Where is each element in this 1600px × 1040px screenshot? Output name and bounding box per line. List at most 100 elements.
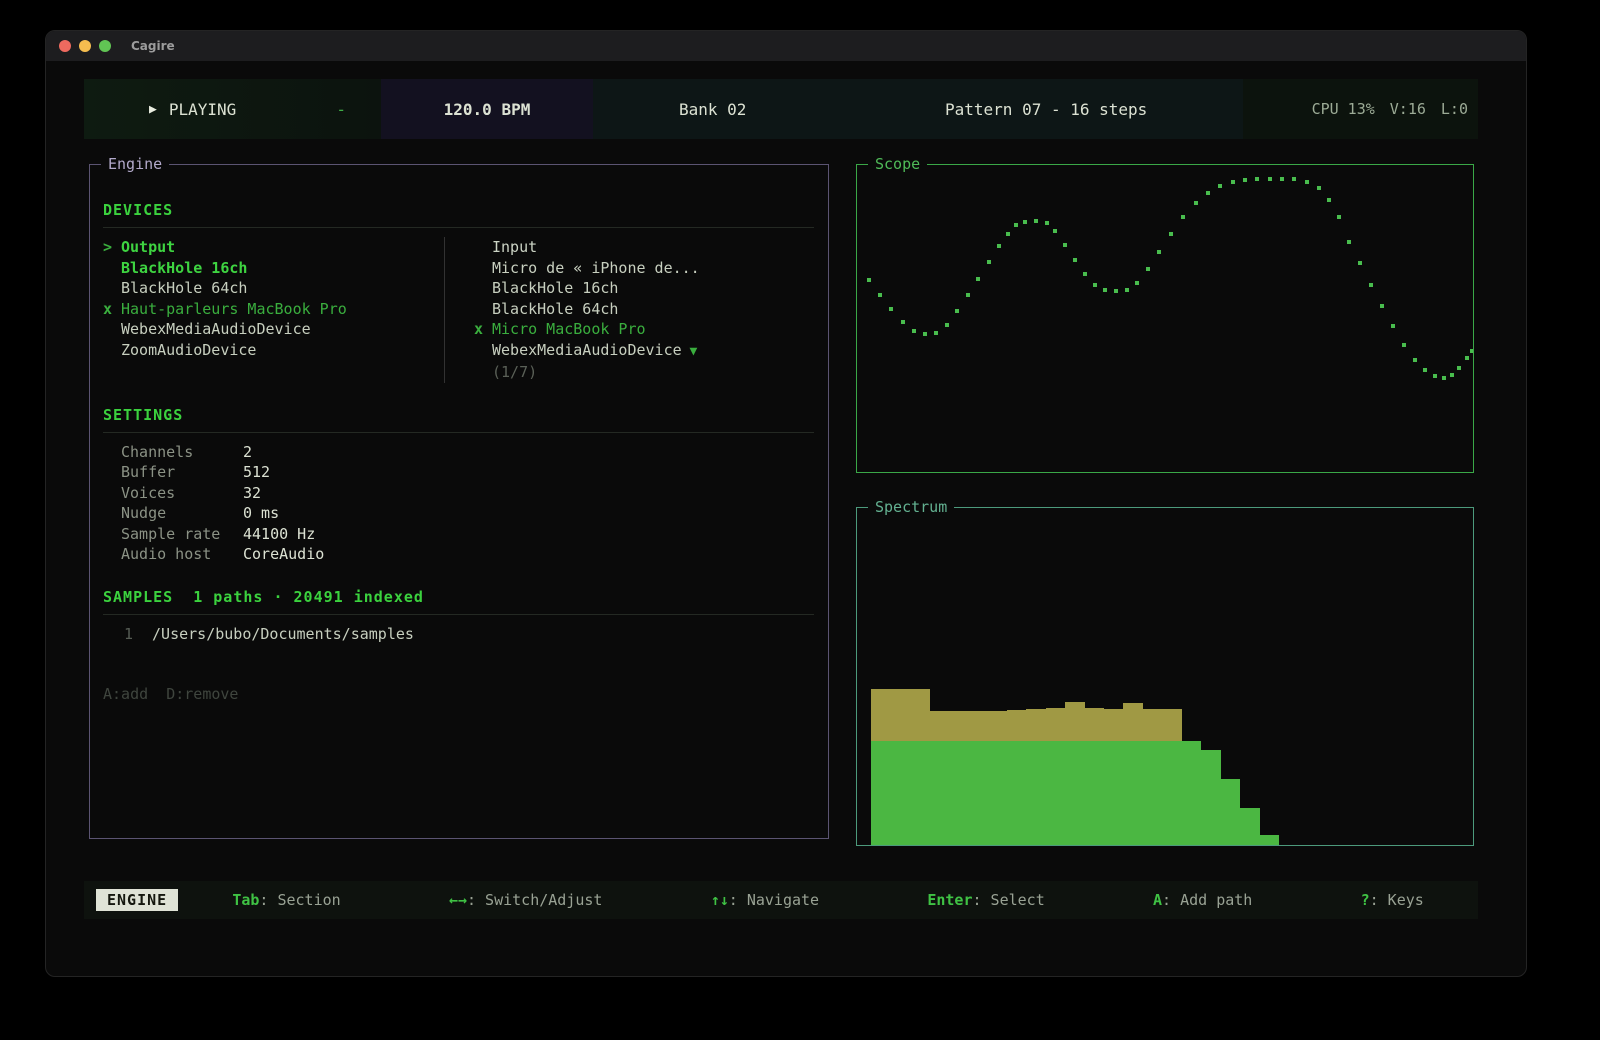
transport-status: ▶ PLAYING - xyxy=(84,79,381,139)
close-window-button[interactable] xyxy=(59,40,71,52)
spectrum-bar xyxy=(949,741,969,845)
scope-trace-dot xyxy=(867,278,871,282)
setting-value: 512 xyxy=(243,463,270,481)
scope-trace-dot xyxy=(1292,177,1296,181)
settings-row[interactable]: Nudge0 ms xyxy=(103,503,814,524)
settings-list: Channels2Buffer512Voices32Nudge0 msSampl… xyxy=(103,442,814,565)
scope-trace-dot xyxy=(1450,373,1454,377)
scope-trace-dot xyxy=(1135,281,1139,285)
key-hint-key: Tab xyxy=(232,891,259,909)
device-item[interactable]: (1/7) xyxy=(474,362,814,383)
scope-trace-dot xyxy=(1194,201,1198,205)
samples-summary: 1 paths · 20491 indexed xyxy=(193,588,424,606)
minimize-window-button[interactable] xyxy=(79,40,91,52)
device-item[interactable]: xHaut-parleurs MacBook Pro xyxy=(103,299,444,320)
bank-pattern-display: Bank 02 Pattern 07 - 16 steps xyxy=(593,79,1243,139)
device-item[interactable]: BlackHole 64ch xyxy=(474,299,814,320)
spectrum-panel: Spectrum xyxy=(856,507,1474,846)
spectrum-bar xyxy=(1104,741,1124,845)
device-item-label: Micro MacBook Pro xyxy=(492,320,646,338)
scope-trace-dot xyxy=(1465,356,1469,360)
device-item[interactable]: BlackHole 16ch xyxy=(103,258,444,279)
spectrum-peak-hold xyxy=(987,711,1007,741)
scope-trace-dot xyxy=(1457,366,1461,370)
pattern-label: Pattern 07 - 16 steps xyxy=(945,100,1147,119)
spectrum-bar xyxy=(1065,741,1085,845)
spectrum-bar xyxy=(1007,741,1027,845)
spectrum-bar xyxy=(890,741,910,845)
key-hint: ?: Keys xyxy=(1361,891,1424,909)
settings-row[interactable]: Voices32 xyxy=(103,483,814,504)
scope-trace-dot xyxy=(1023,220,1027,224)
mode-badge-engine[interactable]: ENGINE xyxy=(96,889,178,911)
settings-row[interactable]: Audio hostCoreAudio xyxy=(103,544,814,565)
scope-trace-dot xyxy=(1114,289,1118,293)
key-hint-key: ↑↓ xyxy=(711,891,729,909)
scope-trace-dot xyxy=(1433,374,1437,378)
setting-value: 44100 Hz xyxy=(243,525,315,543)
spectrum-peak-hold xyxy=(1104,709,1124,741)
spectrum-peak-hold xyxy=(871,689,891,741)
device-item-label: BlackHole 64ch xyxy=(121,279,247,297)
scope-trace-dot xyxy=(945,323,949,327)
scope-trace-dot xyxy=(1014,223,1018,227)
scope-trace-dot xyxy=(1413,358,1417,362)
device-item[interactable]: ZoomAudioDevice xyxy=(103,340,444,361)
spectrum-peak-hold xyxy=(968,711,988,741)
scope-trace-dot xyxy=(955,309,959,313)
spectrum-peak-hold xyxy=(1143,709,1163,741)
scope-trace-dot xyxy=(934,331,938,335)
device-item[interactable]: xMicro MacBook Pro xyxy=(474,319,814,340)
sample-path-index: 1 xyxy=(124,625,133,643)
scope-trace-dot xyxy=(878,293,882,297)
device-item[interactable]: >Output xyxy=(103,237,444,258)
device-item[interactable]: WebexMediaAudioDevice xyxy=(103,319,444,340)
status-bar: ENGINE Tab: Section←→: Switch/Adjust↑↓: … xyxy=(84,881,1478,919)
spectrum-bar xyxy=(1046,741,1066,845)
setting-value: 2 xyxy=(243,443,252,461)
device-item[interactable]: Micro de « iPhone de... xyxy=(474,258,814,279)
device-item-label: (1/7) xyxy=(492,363,537,381)
output-device-list: >Output BlackHole 16ch BlackHole 64ch xHa… xyxy=(103,237,445,383)
key-hint-key: Enter xyxy=(927,891,972,909)
device-item-label: Micro de « iPhone de... xyxy=(492,259,700,277)
setting-label: Nudge xyxy=(121,503,243,524)
key-hint-key: ? xyxy=(1361,891,1370,909)
setting-value: CoreAudio xyxy=(243,545,324,563)
scope-trace-dot xyxy=(1218,184,1222,188)
scope-trace-dot xyxy=(1169,232,1173,236)
zoom-window-button[interactable] xyxy=(99,40,111,52)
scope-panel: Scope xyxy=(856,164,1474,473)
scope-trace-dot xyxy=(1006,232,1010,236)
cpu-usage-label: CPU 13% xyxy=(1312,100,1375,118)
device-item[interactable]: BlackHole 64ch xyxy=(103,278,444,299)
key-hint: Enter: Select xyxy=(927,891,1044,909)
settings-row[interactable]: Channels2 xyxy=(103,442,814,463)
sample-path-row[interactable]: 1/Users/bubo/Documents/samples xyxy=(103,624,814,645)
divider xyxy=(103,432,814,433)
settings-row[interactable]: Sample rate44100 Hz xyxy=(103,524,814,545)
window-title: Cagire xyxy=(131,39,175,53)
device-item[interactable]: WebexMediaAudioDevice ▼ xyxy=(474,340,814,363)
scope-trace-dot xyxy=(1423,368,1427,372)
bank-label: Bank 02 xyxy=(679,100,746,119)
divider xyxy=(103,227,814,228)
sample-path-text: /Users/bubo/Documents/samples xyxy=(152,625,414,643)
scope-plot xyxy=(857,165,1473,472)
device-columns: >Output BlackHole 16ch BlackHole 64ch xHa… xyxy=(103,237,814,383)
scope-trace-dot xyxy=(1470,349,1473,353)
spectrum-peak-hold xyxy=(1084,708,1104,741)
input-device-list: Input Micro de « iPhone de... BlackHole … xyxy=(445,237,814,383)
device-item-label: BlackHole 16ch xyxy=(121,259,247,277)
device-item-label: Haut-parleurs MacBook Pro xyxy=(121,300,347,318)
device-item[interactable]: Input xyxy=(474,237,814,258)
spectrum-peak-hold xyxy=(1046,708,1066,741)
device-item[interactable]: BlackHole 16ch xyxy=(474,278,814,299)
spectrum-peak-hold xyxy=(1162,709,1182,741)
settings-section-header: SETTINGS xyxy=(103,406,814,424)
scope-trace-dot xyxy=(1369,283,1373,287)
settings-row[interactable]: Buffer512 xyxy=(103,462,814,483)
scope-trace-dot xyxy=(1206,191,1210,195)
device-item-label: WebexMediaAudioDevice xyxy=(492,341,682,359)
setting-label: Buffer xyxy=(121,462,243,483)
